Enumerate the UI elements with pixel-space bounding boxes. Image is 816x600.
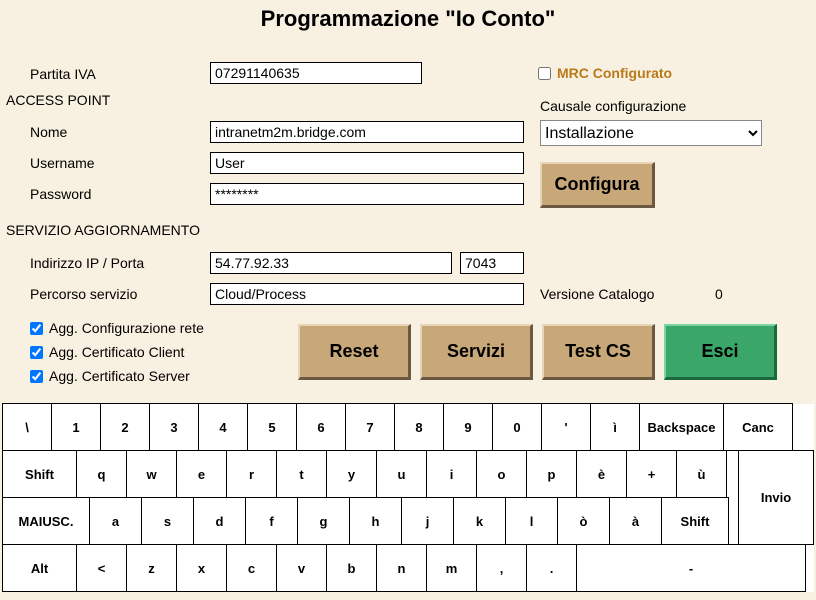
key-.[interactable]: . — [526, 544, 577, 592]
percorso-input[interactable] — [210, 283, 524, 305]
label-causale: Causale configurazione — [540, 98, 686, 114]
key-g[interactable]: g — [297, 497, 350, 545]
nome-input[interactable] — [210, 121, 524, 143]
key-1[interactable]: 1 — [51, 403, 101, 451]
key-b[interactable]: b — [326, 544, 377, 592]
porta-input[interactable] — [460, 252, 524, 274]
key-w[interactable]: w — [126, 450, 177, 498]
key--[interactable]: - — [576, 544, 806, 592]
label-password: Password — [30, 186, 91, 202]
page-title: Programmazione "Io Conto" — [0, 0, 816, 32]
key-2[interactable]: 2 — [100, 403, 150, 451]
key-shift[interactable]: Shift — [661, 497, 729, 545]
key-3[interactable]: 3 — [149, 403, 199, 451]
onscreen-keyboard: \1234567890'ìBackspaceCanc Shiftqwertyui… — [2, 404, 814, 592]
key-h[interactable]: h — [349, 497, 402, 545]
key-maiusc-[interactable]: MAIUSC. — [2, 497, 90, 545]
servizi-button[interactable]: Servizi — [420, 324, 533, 380]
key-4[interactable]: 4 — [198, 403, 248, 451]
label-versione-catalogo: Versione Catalogo — [540, 286, 654, 302]
key-ù[interactable]: ù — [676, 450, 727, 498]
label-indirizzo-ip: Indirizzo IP / Porta — [30, 255, 144, 271]
key-p[interactable]: p — [526, 450, 577, 498]
key-9[interactable]: 9 — [443, 403, 493, 451]
key-n[interactable]: n — [376, 544, 427, 592]
key-0[interactable]: 0 — [492, 403, 542, 451]
agg-rete-checkbox[interactable] — [30, 322, 43, 335]
label-percorso: Percorso servizio — [30, 286, 137, 302]
section-access-point: ACCESS POINT — [6, 92, 110, 108]
key-7[interactable]: 7 — [345, 403, 395, 451]
label-agg-rete: Agg. Configurazione rete — [49, 320, 204, 336]
key-f[interactable]: f — [245, 497, 298, 545]
key-ì[interactable]: ì — [590, 403, 640, 451]
key-invio[interactable]: Invio — [738, 450, 814, 545]
key-t[interactable]: t — [276, 450, 327, 498]
label-mrc: MRC Configurato — [557, 65, 672, 81]
key-6[interactable]: 6 — [296, 403, 346, 451]
key-\[interactable]: \ — [2, 403, 52, 451]
key-u[interactable]: u — [376, 450, 427, 498]
key-l[interactable]: l — [505, 497, 558, 545]
key-z[interactable]: z — [126, 544, 177, 592]
section-servizio-agg: SERVIZIO AGGIORNAMENTO — [6, 222, 200, 238]
test-cs-button[interactable]: Test CS — [542, 324, 655, 380]
key-5[interactable]: 5 — [247, 403, 297, 451]
label-agg-cert-server: Agg. Certificato Server — [49, 368, 190, 384]
key-,[interactable]: , — [476, 544, 527, 592]
key-i[interactable]: i — [426, 450, 477, 498]
label-agg-cert-client: Agg. Certificato Client — [49, 344, 184, 360]
key-ò[interactable]: ò — [557, 497, 610, 545]
key-q[interactable]: q — [76, 450, 127, 498]
label-partita-iva: Partita IVA — [30, 66, 96, 82]
key-alt[interactable]: Alt — [2, 544, 77, 592]
key-s[interactable]: s — [141, 497, 194, 545]
key-d[interactable]: d — [193, 497, 246, 545]
key-à[interactable]: à — [609, 497, 662, 545]
agg-cert-server-checkbox[interactable] — [30, 370, 43, 383]
key-backspace[interactable]: Backspace — [639, 403, 724, 451]
reset-button[interactable]: Reset — [298, 324, 411, 380]
key-'[interactable]: ' — [541, 403, 591, 451]
causale-select[interactable]: Installazione — [540, 120, 762, 146]
agg-cert-client-checkbox[interactable] — [30, 346, 43, 359]
key-a[interactable]: a — [89, 497, 142, 545]
partita-iva-input[interactable] — [210, 62, 422, 84]
key-o[interactable]: o — [476, 450, 527, 498]
key-v[interactable]: v — [276, 544, 327, 592]
key-c[interactable]: c — [226, 544, 277, 592]
label-nome: Nome — [30, 124, 67, 140]
username-input[interactable] — [210, 152, 524, 174]
key-e[interactable]: e — [176, 450, 227, 498]
key-<[interactable]: < — [76, 544, 127, 592]
key-y[interactable]: y — [326, 450, 377, 498]
password-input[interactable] — [210, 183, 524, 205]
key-k[interactable]: k — [453, 497, 506, 545]
mrc-checkbox[interactable] — [538, 67, 551, 80]
key-8[interactable]: 8 — [394, 403, 444, 451]
key-+[interactable]: + — [626, 450, 677, 498]
key-j[interactable]: j — [401, 497, 454, 545]
ip-input[interactable] — [210, 252, 452, 274]
key-x[interactable]: x — [176, 544, 227, 592]
key-è[interactable]: è — [576, 450, 627, 498]
esci-button[interactable]: Esci — [664, 324, 777, 380]
key-m[interactable]: m — [426, 544, 477, 592]
configura-button[interactable]: Configura — [540, 162, 655, 208]
key-shift[interactable]: Shift — [2, 450, 77, 498]
key-canc[interactable]: Canc — [723, 403, 793, 451]
label-username: Username — [30, 155, 95, 171]
key-r[interactable]: r — [226, 450, 277, 498]
versione-catalogo-value: 0 — [715, 286, 723, 302]
